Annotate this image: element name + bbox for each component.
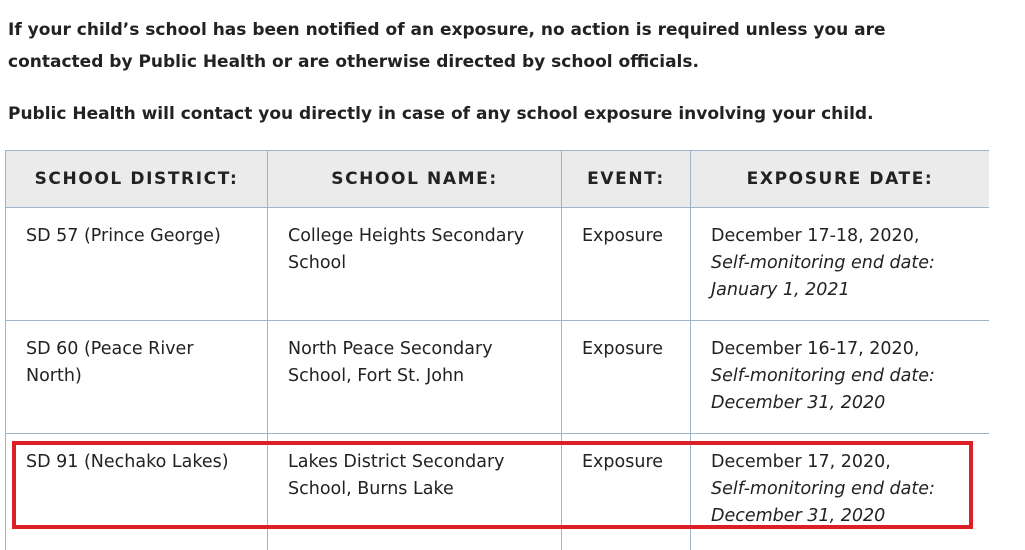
- header-school-name: SCHOOL NAME:: [268, 151, 562, 208]
- cell-event: Exposure: [562, 208, 691, 321]
- cell-district: SD 91 (Nechako Lakes): [6, 434, 268, 550]
- header-school-district: SCHOOL DISTRICT:: [6, 151, 268, 208]
- table-row: SD 91 (Nechako Lakes) Lakes District Sec…: [6, 434, 990, 550]
- cell-school: North Peace Secondary School, Fort St. J…: [268, 321, 562, 434]
- cell-school: College Heights Secondary School: [268, 208, 562, 321]
- exposure-table: SCHOOL DISTRICT: SCHOOL NAME: EVENT: EXP…: [5, 150, 989, 550]
- end-date-label: Self-monitoring end date:: [711, 250, 969, 277]
- exposure-date: December 16-17, 2020,: [711, 336, 969, 363]
- exposure-table-container: SCHOOL DISTRICT: SCHOOL NAME: EVENT: EXP…: [5, 150, 989, 550]
- notice-line-1: If your child’s school has been notified…: [8, 20, 886, 40]
- cell-district: SD 57 (Prince George): [6, 208, 268, 321]
- table-header-row: SCHOOL DISTRICT: SCHOOL NAME: EVENT: EXP…: [6, 151, 990, 208]
- exposure-date: December 17-18, 2020,: [711, 223, 969, 250]
- notice-line-3: Public Health will contact you directly …: [8, 98, 874, 130]
- cell-exposure-date: December 17-18, 2020, Self-monitoring en…: [691, 208, 990, 321]
- cell-event: Exposure: [562, 321, 691, 434]
- cell-school: Lakes District Secondary School, Burns L…: [268, 434, 562, 550]
- cell-exposure-date: December 17, 2020, Self-monitoring end d…: [691, 434, 990, 550]
- end-date: December 31, 2020: [711, 390, 969, 417]
- header-event: EVENT:: [562, 151, 691, 208]
- end-date: December 31, 2020: [711, 503, 969, 530]
- cell-event: Exposure: [562, 434, 691, 550]
- table-row: SD 57 (Prince George) College Heights Se…: [6, 208, 990, 321]
- end-date-label: Self-monitoring end date:: [711, 476, 969, 503]
- end-date: January 1, 2021: [711, 277, 969, 304]
- notice-line-2: contacted by Public Health or are otherw…: [8, 52, 699, 72]
- exposure-date: December 17, 2020,: [711, 449, 969, 476]
- end-date-label: Self-monitoring end date:: [711, 363, 969, 390]
- header-exposure-date: EXPOSURE DATE:: [691, 151, 990, 208]
- table-row: SD 60 (Peace River North) North Peace Se…: [6, 321, 990, 434]
- cell-district: SD 60 (Peace River North): [6, 321, 268, 434]
- cell-exposure-date: December 16-17, 2020, Self-monitoring en…: [691, 321, 990, 434]
- notice-text: If your child’s school has been notified…: [8, 14, 886, 78]
